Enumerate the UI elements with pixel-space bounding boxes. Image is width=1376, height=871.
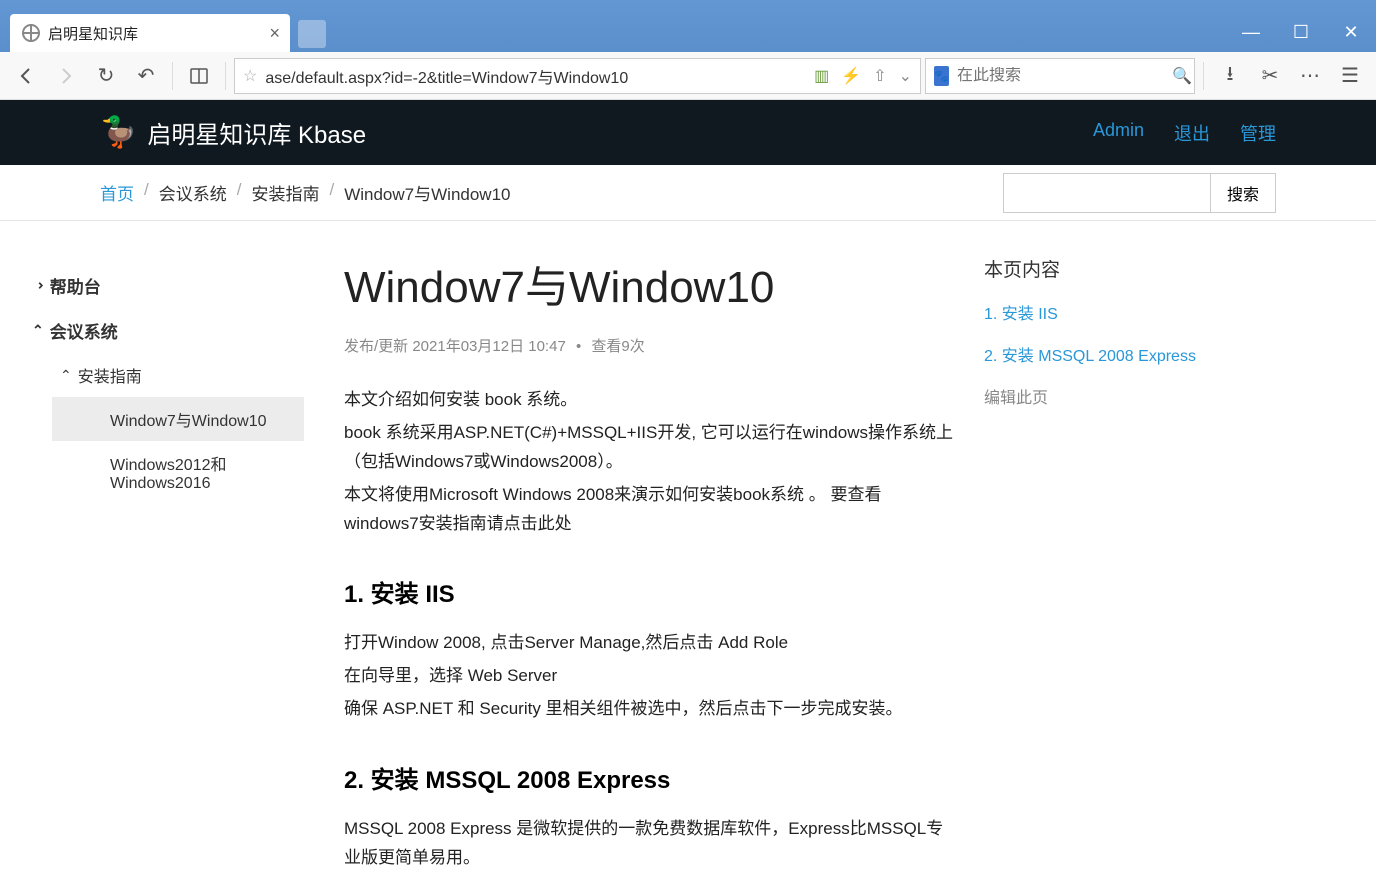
book-icon[interactable]: ▥	[814, 66, 829, 86]
star-icon[interactable]: ☆	[243, 66, 257, 86]
toc-link-mssql[interactable]: 2. 安装 MSSQL 2008 Express	[984, 342, 1244, 366]
nav-admin[interactable]: Admin	[1093, 120, 1144, 146]
breadcrumb-sep: /	[144, 180, 149, 205]
browser-titlebar: 启明星知识库 × — ☐ ✕	[0, 0, 1376, 52]
meta-date: 2021年03月12日 10:47	[412, 338, 565, 355]
page-title: Window7与Window10	[344, 251, 954, 315]
heading-mssql: 2. 安装 MSSQL 2008 Express	[344, 760, 954, 795]
site-header: 🦆 启明星知识库 Kbase Admin 退出 管理	[0, 100, 1376, 165]
search-icon[interactable]: 🔍	[1172, 66, 1192, 86]
meta-prefix: 发布/更新	[344, 338, 408, 355]
chevron-down-icon: ⌃	[32, 322, 44, 339]
breadcrumb-current: Window7与Window10	[344, 180, 510, 205]
sidebar-label: 会议系统	[50, 318, 118, 343]
duck-icon: 🦆	[100, 115, 137, 150]
brand-text: 启明星知识库 Kbase	[147, 115, 366, 150]
browser-toolbar: ↻ ↶ ☆ ase/default.aspx?id=-2&title=Windo…	[0, 52, 1376, 100]
sidebar-item-helpdesk[interactable]: ⌄ 帮助台	[24, 263, 304, 308]
page-search-button[interactable]: 搜索	[1211, 173, 1276, 213]
sidebar-leaf-win7[interactable]: Window7与Window10	[52, 397, 304, 441]
globe-icon	[22, 24, 40, 42]
minimize-button[interactable]: —	[1226, 12, 1276, 52]
chevron-right-icon: ⌄	[29, 280, 46, 292]
paragraph: 在向导里，选择 Web Server	[344, 662, 954, 691]
table-of-contents: 本页内容 1. 安装 IIS 2. 安装 MSSQL 2008 Express …	[984, 251, 1244, 871]
paragraph: MSSQL 2008 Express 是微软提供的一款免费数据库软件，Expre…	[344, 815, 954, 871]
flash-icon[interactable]: ⚡	[841, 66, 861, 86]
search-input[interactable]	[957, 67, 1164, 85]
sidebar-item-install[interactable]: ⌃ 安装指南	[52, 353, 304, 397]
chevron-down-icon: ⌃	[60, 367, 72, 384]
sidebar-leaf-win2012[interactable]: Windows2012和Windows2016	[52, 441, 304, 503]
breadcrumb-home[interactable]: 首页	[100, 180, 134, 205]
breadcrumb-bar: 首页 / 会议系统 / 安装指南 / Window7与Window10 搜索	[0, 165, 1376, 221]
window-controls: — ☐ ✕	[1226, 12, 1376, 52]
article-content: Window7与Window10 发布/更新 2021年03月12日 10:47…	[304, 251, 984, 871]
dot-icon: •	[576, 338, 581, 355]
browser-tab[interactable]: 启明星知识库 ×	[10, 14, 290, 52]
toc-link-iis[interactable]: 1. 安装 IIS	[984, 300, 1244, 324]
url-text: ase/default.aspx?id=-2&title=Window7与Win…	[265, 64, 806, 88]
share-icon[interactable]: ⇧	[873, 66, 886, 86]
breadcrumb-sep: /	[237, 180, 242, 205]
page-search-input[interactable]	[1003, 173, 1211, 213]
tab-title: 启明星知识库	[48, 23, 138, 44]
breadcrumb-sep: /	[329, 180, 334, 205]
download-icon[interactable]: ⭳	[1212, 58, 1248, 94]
paragraph: 本文介绍如何安装 book 系统。	[344, 386, 954, 415]
separator	[1203, 62, 1204, 90]
url-actions: ▥ ⚡ ⇧ ⌄	[814, 66, 912, 86]
paragraph: book 系统采用ASP.NET(C#)+MSSQL+IIS开发, 它可以运行在…	[344, 419, 954, 477]
browser-search[interactable]: 🐾 🔍	[925, 58, 1195, 94]
paragraph: 确保 ASP.NET 和 Security 里相关组件被选中，然后点击下一步完成…	[344, 695, 954, 724]
breadcrumb-item[interactable]: 会议系统	[159, 180, 227, 205]
meta-views: 查看9次	[591, 338, 644, 355]
paragraph: 本文将使用Microsoft Windows 2008来演示如何安装book系统…	[344, 481, 954, 539]
breadcrumb: 首页 / 会议系统 / 安装指南 / Window7与Window10	[100, 180, 511, 205]
paragraph: 打开Window 2008, 点击Server Manage,然后点击 Add …	[344, 629, 954, 658]
address-bar[interactable]: ☆ ase/default.aspx?id=-2&title=Window7与W…	[234, 58, 921, 94]
undo-button[interactable]: ↶	[128, 58, 164, 94]
menu-icon[interactable]: ☰	[1332, 58, 1368, 94]
reload-button[interactable]: ↻	[88, 58, 124, 94]
reader-icon[interactable]	[181, 58, 217, 94]
tab-close-icon[interactable]: ×	[269, 23, 280, 44]
paw-icon: 🐾	[934, 66, 949, 86]
edit-page-link[interactable]: 编辑此页	[984, 384, 1244, 408]
dropdown-icon[interactable]: ⌄	[899, 66, 912, 86]
toc-title: 本页内容	[984, 255, 1244, 282]
header-nav: Admin 退出 管理	[1093, 120, 1276, 146]
site-logo[interactable]: 🦆 启明星知识库 Kbase	[100, 115, 366, 150]
sidebar-label: 帮助台	[50, 273, 101, 298]
heading-iis: 1. 安装 IIS	[344, 574, 954, 609]
main-area: ⌄ 帮助台 ⌃ 会议系统 ⌃ 安装指南 Window7与Window10 Window…	[0, 221, 1376, 871]
forward-button[interactable]	[48, 58, 84, 94]
maximize-button[interactable]: ☐	[1276, 12, 1326, 52]
nav-manage[interactable]: 管理	[1240, 120, 1276, 146]
new-tab-button[interactable]	[298, 20, 326, 48]
page-search: 搜索	[1003, 173, 1276, 213]
separator	[172, 62, 173, 90]
breadcrumb-item[interactable]: 安装指南	[251, 180, 319, 205]
sidebar-item-meeting[interactable]: ⌃ 会议系统	[24, 308, 304, 353]
nav-exit[interactable]: 退出	[1174, 120, 1210, 146]
sidebar: ⌄ 帮助台 ⌃ 会议系统 ⌃ 安装指南 Window7与Window10 Window…	[24, 251, 304, 871]
back-button[interactable]	[8, 58, 44, 94]
more-icon[interactable]: ⋯	[1292, 58, 1328, 94]
scissors-icon[interactable]: ✂	[1252, 58, 1288, 94]
separator	[225, 62, 226, 90]
sidebar-label: 安装指南	[78, 363, 142, 387]
article-meta: 发布/更新 2021年03月12日 10:47 • 查看9次	[344, 335, 954, 356]
close-button[interactable]: ✕	[1326, 12, 1376, 52]
